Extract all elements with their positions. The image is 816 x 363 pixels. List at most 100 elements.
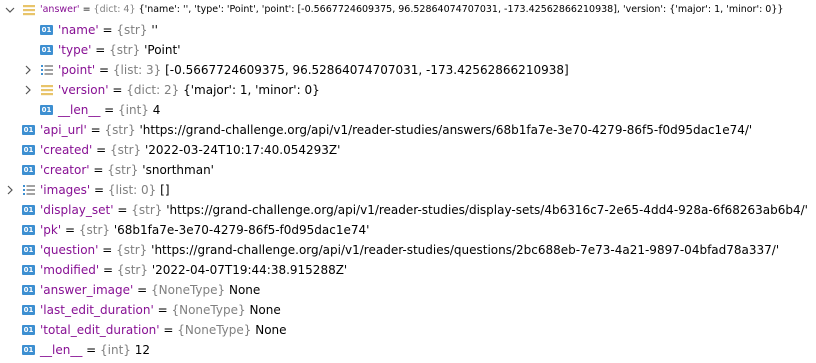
- tree-row-display-set[interactable]: 01 'display_set' = {str} 'https://grand-c…: [0, 200, 816, 220]
- variable-value: {'name': '', 'type': 'Point', 'point': […: [138, 4, 784, 15]
- equals-sign: =: [92, 143, 110, 157]
- tree-row-text: 'last_edit_duration' = {NoneType} None: [40, 300, 281, 320]
- variable-key: 'modified': [40, 263, 100, 277]
- equals-sign: =: [98, 243, 117, 257]
- equals-sign: =: [133, 283, 152, 297]
- variable-type: {str}: [78, 223, 111, 237]
- variable-type: {str}: [109, 43, 141, 57]
- variable-key: 'created': [40, 143, 93, 157]
- list-icon: [22, 183, 36, 197]
- variable-key: 'total_edit_duration': [40, 323, 160, 337]
- int-badge-icon: 01: [22, 245, 35, 255]
- tree-row-text: 'api_url' = {str} 'https://grand-challen…: [40, 120, 752, 140]
- equals-sign: =: [89, 163, 108, 177]
- variable-key: 'images': [40, 183, 91, 197]
- tree-row-text: 'pk' = {str} '68b1fa7e-3e70-4279-86f5-f0…: [40, 220, 369, 240]
- tree-row-created[interactable]: 01 'created' = {str} '2022-03-24T10:17:40…: [0, 140, 816, 160]
- variable-type: {str}: [116, 23, 148, 37]
- variable-type: {NoneType}: [151, 283, 226, 297]
- tree-row-answer-image[interactable]: 01 'answer_image' = {NoneType} None: [0, 280, 816, 300]
- chevron-right-icon[interactable]: [23, 80, 33, 100]
- int-badge-icon: 01: [22, 205, 35, 215]
- tree-row-creator[interactable]: 01 'creator' = {str} 'snorthman': [0, 160, 816, 180]
- tree-row-len-outer[interactable]: 01 __len__ = {int} 12: [0, 340, 816, 360]
- int-badge-icon: 01: [40, 105, 53, 115]
- list-icon: [40, 63, 54, 77]
- variable-type: {int}: [118, 103, 149, 117]
- variable-key: __len__: [58, 103, 101, 117]
- variable-type: {str}: [116, 263, 148, 277]
- variable-key: 'type': [58, 43, 92, 57]
- variable-value: '2022-03-24T10:17:40.054293Z': [145, 143, 341, 157]
- dict-icon: [40, 83, 54, 97]
- int-badge-icon: 01: [40, 25, 53, 35]
- tree-row-text: 'point' = {list: 3} [-0.5667724609375, 9…: [58, 60, 569, 80]
- variable-key: 'name': [58, 23, 99, 37]
- tree-row-text: 'name' = {str} '': [58, 20, 158, 40]
- tree-row-text: 'images' = {list: 0} []: [40, 180, 170, 200]
- tree-row-text: 'type' = {str} 'Point': [58, 40, 181, 60]
- tree-row-len-inner[interactable]: 01 __len__ = {int} 4: [0, 100, 816, 120]
- variable-type: {str}: [116, 243, 148, 257]
- chevron-right-icon[interactable]: [5, 180, 15, 200]
- tree-row-modified[interactable]: 01 'modified' = {str} '2022-04-07T19:44:3…: [0, 260, 816, 280]
- int-badge-icon: 01: [22, 145, 35, 155]
- variable-key: 'api_url': [40, 123, 87, 137]
- tree-row-answer[interactable]: 'answer' = {dict: 4} {'name': '', 'type'…: [0, 0, 816, 20]
- tree-row-name[interactable]: 01 'name' = {str} '': [0, 20, 816, 40]
- variable-key: 'pk': [40, 223, 62, 237]
- equals-sign: =: [113, 203, 132, 217]
- variable-type: {int}: [100, 343, 131, 357]
- variable-type: {dict: 4}: [93, 4, 136, 15]
- equals-sign: =: [99, 263, 117, 277]
- int-badge-icon: 01: [22, 345, 35, 355]
- tree-row-last-edit-duration[interactable]: 01 'last_edit_duration' = {NoneType} None: [0, 300, 816, 320]
- tree-row-text: 'creator' = {str} 'snorthman': [40, 160, 214, 180]
- variable-type: {str}: [104, 123, 136, 137]
- int-badge-icon: 01: [22, 305, 35, 315]
- variable-key: 'answer': [40, 4, 80, 15]
- variable-key: 'display_set': [40, 203, 114, 217]
- tree-row-question[interactable]: 01 'question' = {str} 'https://grand-chal…: [0, 240, 816, 260]
- equals-sign: =: [153, 303, 172, 317]
- variable-value: []: [160, 183, 170, 197]
- equals-sign: =: [79, 4, 94, 15]
- chevron-down-icon[interactable]: [5, 0, 15, 20]
- equals-sign: =: [95, 63, 113, 77]
- variable-value: '': [151, 23, 158, 37]
- tree-row-text: 'version' = {dict: 2} {'major': 1, 'mino…: [58, 80, 320, 100]
- tree-row-text: __len__ = {int} 12: [40, 340, 150, 360]
- variable-key: 'question': [40, 243, 99, 257]
- variable-value: 4: [152, 103, 161, 117]
- variable-value: None: [228, 283, 261, 297]
- variable-type: {list: 0}: [107, 183, 157, 197]
- variable-type: {NoneType}: [171, 303, 246, 317]
- variable-value: 'snorthman': [142, 163, 214, 177]
- variable-value: 'Point': [144, 43, 181, 57]
- variable-key: 'version': [58, 83, 109, 97]
- variable-value: None: [255, 323, 287, 337]
- int-badge-icon: 01: [22, 265, 35, 275]
- tree-row-pk[interactable]: 01 'pk' = {str} '68b1fa7e-3e70-4279-86f5-…: [0, 220, 816, 240]
- int-badge-icon: 01: [22, 165, 35, 175]
- equals-sign: =: [159, 323, 178, 337]
- tree-row-version[interactable]: 'version' = {dict: 2} {'major': 1, 'mino…: [0, 80, 816, 100]
- variable-key: 'creator': [40, 163, 90, 177]
- tree-row-total-edit-duration[interactable]: 01 'total_edit_duration' = {NoneType} Non…: [0, 320, 816, 340]
- tree-row-point[interactable]: 'point' = {list: 3} [-0.5667724609375, 9…: [0, 60, 816, 80]
- variable-key: 'point': [58, 63, 96, 77]
- variable-value: None: [249, 303, 281, 317]
- equals-sign: =: [61, 223, 79, 237]
- variable-value: 'https://grand-challenge.org/api/v1/read…: [139, 123, 753, 137]
- tree-row-images[interactable]: 'images' = {list: 0} []: [0, 180, 816, 200]
- int-badge-icon: 01: [22, 225, 35, 235]
- tree-row-api-url[interactable]: 01 'api_url' = {str} 'https://grand-chall…: [0, 120, 816, 140]
- variable-type: {NoneType}: [177, 323, 252, 337]
- variable-value: 'https://grand-challenge.org/api/v1/read…: [166, 203, 808, 217]
- int-badge-icon: 01: [40, 45, 53, 55]
- tree-row-type[interactable]: 01 'type' = {str} 'Point': [0, 40, 816, 60]
- variable-type: {dict: 2}: [126, 83, 180, 97]
- equals-sign: =: [90, 183, 108, 197]
- chevron-right-icon[interactable]: [23, 60, 33, 80]
- equals-sign: =: [100, 103, 119, 117]
